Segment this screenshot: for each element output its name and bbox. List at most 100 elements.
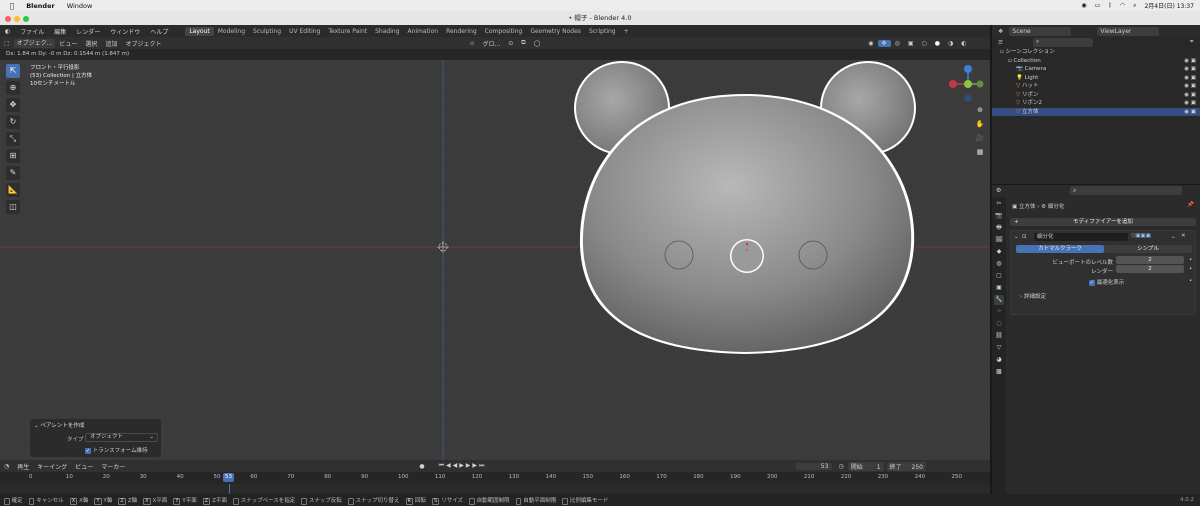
outliner-row[interactable]: ▽ リボン2 ◉ ▣ (992, 99, 1200, 108)
menu-help[interactable]: ヘルプ (145, 27, 173, 36)
tab-geometry-nodes[interactable]: Geometry Nodes (526, 27, 585, 36)
shading-solid-icon[interactable]: ● (931, 40, 944, 47)
visibility-icon[interactable]: ◉ (864, 40, 877, 47)
tab-texture-paint[interactable]: Texture Paint (324, 27, 371, 36)
shading-material-icon[interactable]: ◑ (944, 40, 957, 47)
apple-icon[interactable]:  (10, 2, 14, 10)
object-tab-icon[interactable]: ▣ (994, 283, 1004, 293)
render-tab-icon[interactable]: 📷 (994, 211, 1004, 221)
tab-modeling[interactable]: Modeling (214, 27, 249, 36)
navigation-gizmo[interactable] (948, 64, 988, 104)
camera-view-icon[interactable]: 🎥 (975, 133, 985, 143)
zoom-window-button[interactable] (23, 16, 29, 22)
clock[interactable]: 2月4日(日) 13:37 (1144, 1, 1194, 10)
pin-icon[interactable]: 📌 (1187, 202, 1194, 208)
outliner-row[interactable]: ▫ Collection ◉ ▣ (992, 57, 1200, 66)
timeline-editor-icon[interactable]: ◔ (0, 463, 13, 470)
scene-selector[interactable]: Scene (1009, 26, 1072, 36)
visibility-eye-icon[interactable]: ◉ ▣ (1184, 108, 1196, 117)
remove-modifier-icon[interactable]: ✕ (1181, 233, 1186, 239)
menu-window[interactable]: ウィンドウ (105, 27, 145, 36)
xray-toggle-icon[interactable]: ▣ (904, 40, 918, 47)
properties-search[interactable]: ⌕ (1070, 186, 1182, 195)
view-layer-selector[interactable]: ViewLayer (1097, 26, 1160, 36)
collection-tab-icon[interactable]: ▢ (994, 271, 1004, 281)
display-mode-icon[interactable]: ☰ (998, 40, 1003, 46)
material-tab-icon[interactable]: ◕ (994, 355, 1004, 365)
physics-tab-icon[interactable]: ◌ (994, 319, 1004, 329)
playhead-frame-label[interactable]: 53 (223, 473, 234, 482)
modifier-menu-chevron-icon[interactable]: ⌄ (1171, 234, 1176, 240)
tab-simple[interactable]: シンプル (1104, 245, 1192, 253)
menu-add[interactable]: 追加 (101, 39, 121, 48)
panel-collapse-icon[interactable]: ⌄ (1014, 234, 1019, 240)
record-icon[interactable]: ◉ (1081, 2, 1086, 9)
overlay-toggle-icon[interactable]: ◎ (891, 40, 904, 47)
visibility-eye-icon[interactable]: ◉ ▣ (1184, 65, 1196, 74)
keyframe-dot-icon[interactable]: • (1189, 257, 1192, 263)
rotate-icon[interactable]: ↻ (6, 115, 20, 129)
orientation-icon[interactable]: ⊹ (465, 40, 478, 47)
visibility-eye-icon[interactable]: ◉ ▣ (1184, 57, 1196, 66)
data-tab-icon[interactable]: ▽ (994, 343, 1004, 353)
ortho-grid-icon[interactable]: ▦ (975, 147, 985, 157)
add-workspace-button[interactable]: + (620, 27, 633, 36)
keep-transform-checkbox[interactable]: ✓ トランスフォーム維持 (85, 446, 147, 454)
viewport-canvas[interactable] (0, 60, 990, 460)
menu-timeline-view[interactable]: ビュー (71, 462, 97, 471)
battery-icon[interactable]: ▭ (1095, 2, 1101, 9)
snap-icon[interactable]: ⧉ (517, 39, 529, 47)
menu-select[interactable]: 選択 (81, 39, 101, 48)
bluetooth-icon[interactable]: ᛒ (1108, 2, 1112, 9)
operator-panel-title[interactable]: ⌄ ペアレントを作成 (34, 421, 84, 429)
modifier-tab-icon[interactable]: 🔧 (994, 295, 1004, 305)
tool-tab-icon[interactable]: ✂ (994, 199, 1004, 209)
outliner-search[interactable]: ⌕ (1032, 38, 1093, 47)
particles-tab-icon[interactable]: ⁘ (994, 307, 1004, 317)
outliner-row[interactable]: 💡 Light ◉ ▣ (992, 74, 1200, 83)
tab-catmull-clark[interactable]: カトマルクラーク (1016, 245, 1104, 253)
tab-layout[interactable]: Layout (185, 26, 214, 36)
transform-icon[interactable]: ⊞ (6, 149, 20, 163)
shading-rendered-icon[interactable]: ◐ (957, 40, 970, 47)
outliner-row[interactable]: ▽ ハット ◉ ▣ (992, 82, 1200, 91)
tab-scripting[interactable]: Scripting (585, 27, 620, 36)
cursor-icon[interactable]: ⊕ (6, 81, 20, 95)
editor-type-icon[interactable]: ⬚ (0, 40, 14, 47)
search-icon[interactable]: ⌕ (1133, 2, 1136, 10)
window-menu[interactable]: Window (67, 2, 93, 10)
tab-compositing[interactable]: Compositing (481, 27, 527, 36)
app-menu[interactable]: Blender (26, 2, 55, 10)
menu-view[interactable]: ビュー (55, 39, 81, 48)
add-cube-icon[interactable]: ◫ (6, 200, 20, 214)
scene-collection-row[interactable]: ▫ シーンコレクション (992, 48, 1200, 57)
scale-icon[interactable]: ⤡ (6, 132, 20, 146)
select-cursor-icon[interactable]: ⇱ (6, 64, 20, 78)
visibility-eye-icon[interactable]: ◉ ▣ (1184, 82, 1196, 91)
outliner-row[interactable]: ▽ 立方体 ◉ ▣ (992, 107, 1200, 117)
properties-editor-icon[interactable]: ⚙ (996, 187, 1001, 194)
blender-logo-icon[interactable]: ◐ (0, 28, 15, 35)
visibility-eye-icon[interactable]: ◉ ▣ (1184, 74, 1196, 83)
outliner-row[interactable]: 📷 Camera ◉ ▣ (992, 65, 1200, 74)
gizmo-toggle-icon[interactable]: ✥ (877, 39, 891, 47)
visibility-eye-icon[interactable]: ◉ ▣ (1184, 91, 1196, 100)
world-tab-icon[interactable]: ◍ (994, 259, 1004, 269)
modifier-name-field[interactable]: 細分化 (1034, 233, 1128, 241)
minimize-window-button[interactable] (14, 16, 20, 22)
3d-viewport[interactable] (0, 60, 990, 460)
visibility-eye-icon[interactable]: ◉ ▣ (1184, 99, 1196, 108)
outliner-row[interactable]: ▽ リボン ◉ ▣ (992, 91, 1200, 100)
wifi-icon[interactable]: ◠ (1120, 2, 1125, 9)
add-modifier-button[interactable]: + モディファイアーを追加 (1010, 218, 1196, 226)
filter-icon[interactable]: ⏷ (1190, 39, 1194, 46)
pan-hand-icon[interactable]: ✋ (975, 119, 985, 129)
tab-shading[interactable]: Shading (371, 27, 403, 36)
proportional-icon[interactable]: ◯ (530, 40, 545, 47)
tab-rendering[interactable]: Rendering (442, 27, 481, 36)
menu-object[interactable]: オブジェクト (121, 39, 165, 48)
menu-marker[interactable]: マーカー (97, 462, 129, 471)
orientation-selector[interactable]: グロ... (479, 39, 505, 48)
start-frame-field[interactable]: 開始 1 (847, 461, 884, 471)
area-divider[interactable] (992, 184, 1200, 185)
